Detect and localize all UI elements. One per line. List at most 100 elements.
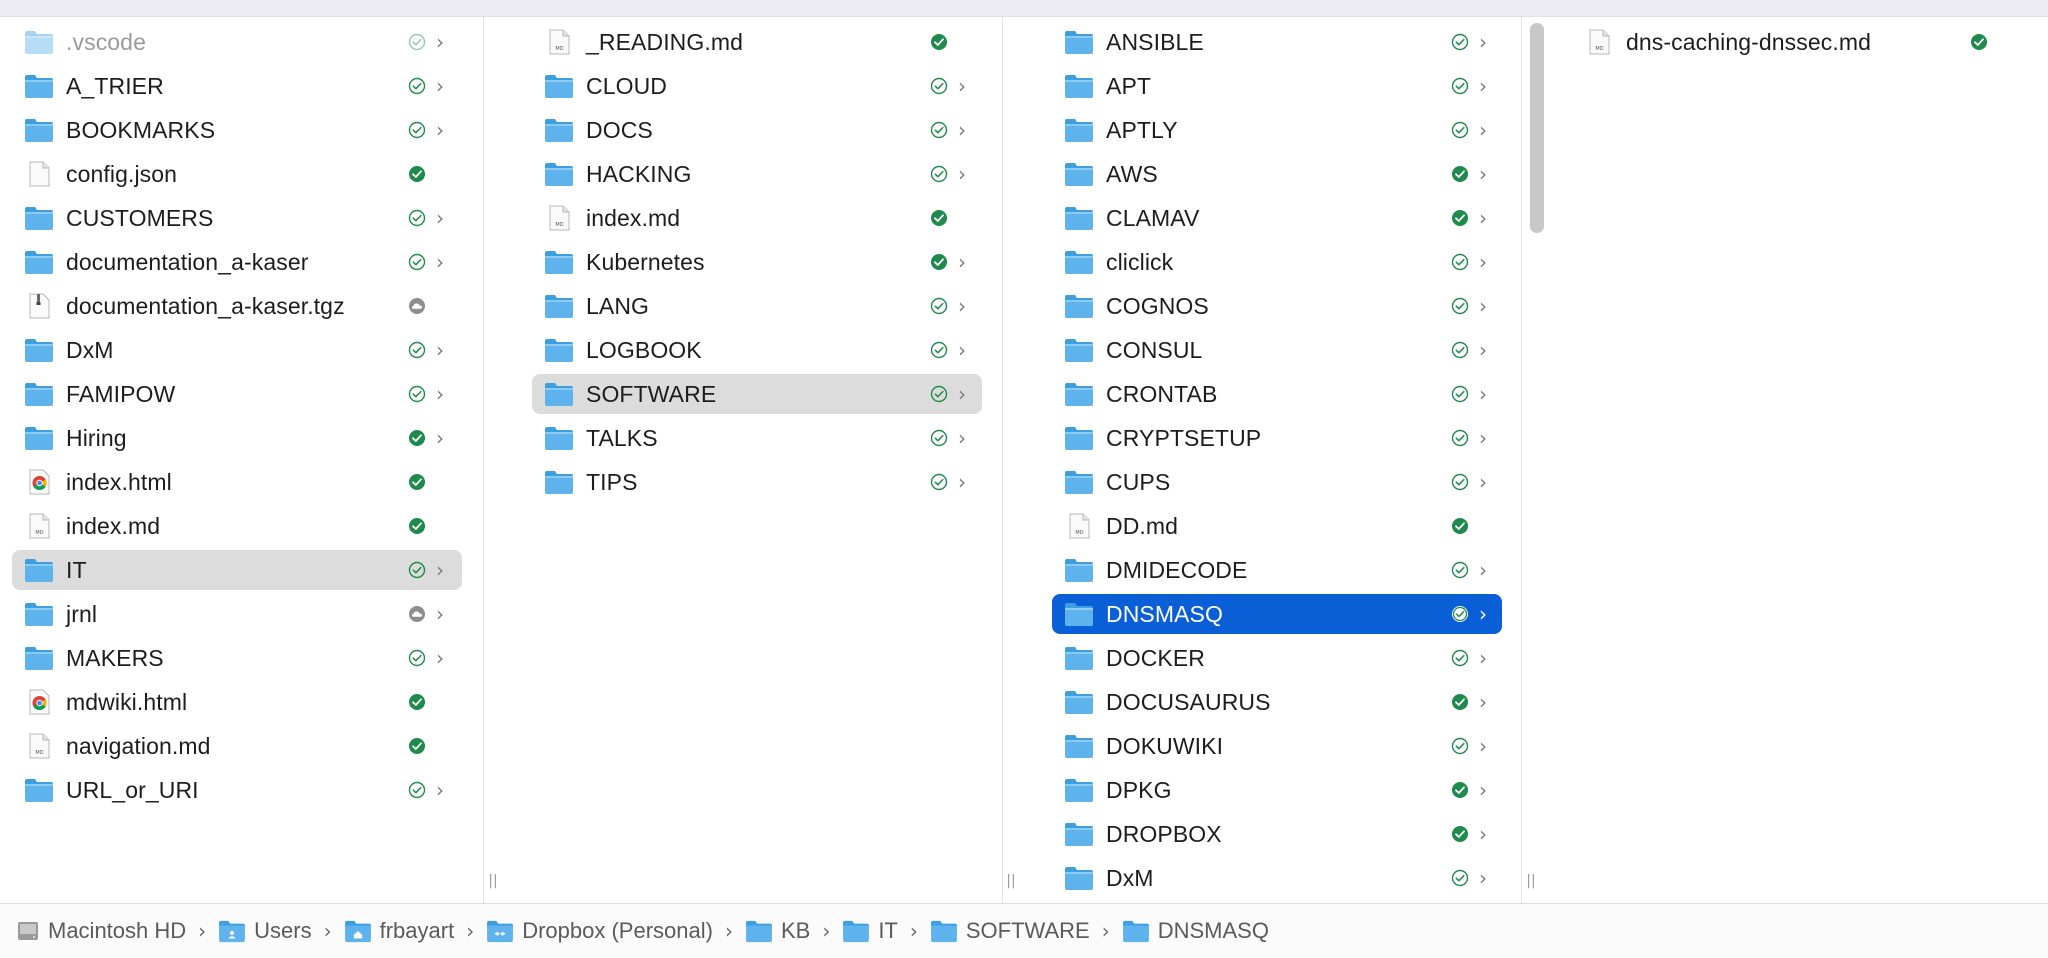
file-row[interactable]: MD dns-caching-dnssec.md (1572, 22, 2022, 62)
chevron-right-icon: › (436, 558, 444, 582)
folder-row[interactable]: DOKUWIKI › (1052, 726, 1502, 766)
breadcrumb-item[interactable]: DNSMASQ (1122, 911, 1269, 951)
file-row[interactable]: mdwiki.html (12, 682, 462, 722)
folder-row[interactable]: BOOKMARKS › (12, 110, 462, 150)
folder-row[interactable]: CUSTOMERS › (12, 198, 462, 238)
item-name: .vscode (66, 29, 146, 55)
breadcrumb-item[interactable]: Users (218, 911, 312, 951)
chevron-right-icon: › (958, 426, 966, 450)
chevron-right-icon: › (958, 74, 966, 98)
folder-row[interactable]: COGNOS › (1052, 286, 1502, 326)
folder-row[interactable]: A_TRIER › (12, 66, 462, 106)
breadcrumb-item[interactable]: Dropbox (Personal) (486, 911, 713, 951)
folder-row[interactable]: DxM › (1052, 858, 1502, 898)
synced-check-icon (408, 385, 426, 403)
chevron-right-icon: › (1479, 602, 1487, 626)
folder-icon (1064, 777, 1094, 803)
column-3[interactable]: ANSIBLE › APT › APTLY › AWS › CLAMAV › clicli… (1003, 17, 1521, 903)
synced-check-icon (1451, 121, 1469, 139)
chevron-right-icon: › (436, 74, 444, 98)
vertical-scrollbar[interactable] (1530, 23, 1544, 233)
file-row[interactable]: MD DD.md (1052, 506, 1502, 546)
folder-icon (24, 601, 54, 627)
file-row[interactable]: MD navigation.md (12, 726, 462, 766)
breadcrumb-item[interactable]: frbayart (344, 911, 454, 951)
folder-row[interactable]: DMIDECODE › (1052, 550, 1502, 590)
folder-icon (544, 161, 574, 187)
folder-row[interactable]: IT › (12, 550, 462, 590)
breadcrumb-item[interactable]: SOFTWARE (930, 911, 1090, 951)
column-4[interactable]: MD dns-caching-dnssec.md (1522, 17, 2048, 903)
folder-row[interactable]: .vscode › (12, 22, 462, 62)
folder-row[interactable]: AWS › (1052, 154, 1502, 194)
folder-row[interactable]: DPKG › (1052, 770, 1502, 810)
breadcrumb-item[interactable]: KB (745, 911, 810, 951)
synced-check-icon (408, 561, 426, 579)
breadcrumb-item[interactable]: IT (842, 911, 898, 951)
folder-row[interactable]: CRYPTSETUP › (1052, 418, 1502, 458)
folder-row[interactable]: DOCS › (532, 110, 982, 150)
synced-check-icon (408, 781, 426, 799)
folder-row[interactable]: HACKING › (532, 154, 982, 194)
folder-row[interactable]: CRONTAB › (1052, 374, 1502, 414)
column-resize-handle[interactable]: || (1526, 873, 1536, 889)
folder-icon (1064, 557, 1094, 583)
synced-check-icon (930, 121, 948, 139)
folder-row[interactable]: FAMIPOW › (12, 374, 462, 414)
folder-row[interactable]: DxM › (12, 330, 462, 370)
column-1[interactable]: .vscode › A_TRIER › BOOKMARKS › config.json… (0, 17, 483, 903)
synced-check-icon (408, 33, 426, 51)
home-folder-icon (344, 919, 380, 943)
synced-check-icon (408, 209, 426, 227)
folder-row[interactable]: CLOUD › (532, 66, 982, 106)
synced-check-icon (1451, 825, 1469, 843)
folder-icon (24, 337, 54, 363)
folder-row[interactable]: SOFTWARE › (532, 374, 982, 414)
breadcrumb-separator-icon: › (323, 919, 332, 943)
folder-row[interactable]: CLAMAV › (1052, 198, 1502, 238)
folder-row[interactable]: APT › (1052, 66, 1502, 106)
folder-row[interactable]: LANG › (532, 286, 982, 326)
chevron-right-icon: › (436, 646, 444, 670)
folder-icon (24, 425, 54, 451)
folder-row[interactable]: DNSMASQ › (1052, 594, 1502, 634)
folder-row[interactable]: DOCUSAURUS › (1052, 682, 1502, 722)
folder-icon (1064, 293, 1094, 319)
file-row[interactable]: config.json (12, 154, 462, 194)
folder-row[interactable]: Hiring › (12, 418, 462, 458)
chevron-right-icon: › (1479, 426, 1487, 450)
file-row[interactable]: MD index.md (12, 506, 462, 546)
synced-check-icon (1451, 297, 1469, 315)
folder-icon (544, 73, 574, 99)
folder-icon (1064, 469, 1094, 495)
folder-row[interactable]: Kubernetes › (532, 242, 982, 282)
folder-row[interactable]: TALKS › (532, 418, 982, 458)
folder-icon (1064, 689, 1094, 715)
file-row[interactable]: MD index.md (532, 198, 982, 238)
folder-row[interactable]: MAKERS › (12, 638, 462, 678)
column-2[interactable]: MD _READING.md CLOUD › DOCS › HACKING › MD … (484, 17, 1002, 903)
folder-row[interactable]: APTLY › (1052, 110, 1502, 150)
column-resize-handle[interactable]: || (1006, 873, 1016, 889)
folder-row[interactable]: documentation_a-kaser › (12, 242, 462, 282)
folder-icon (745, 919, 781, 943)
item-name: CRONTAB (1106, 381, 1218, 407)
breadcrumb-item[interactable]: Macintosh HD (16, 911, 186, 951)
file-row[interactable]: MD _READING.md (532, 22, 982, 62)
folder-row[interactable]: CONSUL › (1052, 330, 1502, 370)
folder-row[interactable]: cliclick › (1052, 242, 1502, 282)
chevron-right-icon: › (1479, 294, 1487, 318)
folder-row[interactable]: LOGBOOK › (532, 330, 982, 370)
column-resize-handle[interactable]: || (488, 873, 498, 889)
folder-row[interactable]: ANSIBLE › (1052, 22, 1502, 62)
folder-row[interactable]: URL_or_URI › (12, 770, 462, 810)
file-row[interactable]: index.html (12, 462, 462, 502)
folder-row[interactable]: DROPBOX › (1052, 814, 1502, 854)
folder-row[interactable]: TIPS › (532, 462, 982, 502)
folder-row[interactable]: CUPS › (1052, 462, 1502, 502)
folder-row[interactable]: jrnl › (12, 594, 462, 634)
synced-check-icon (408, 429, 426, 447)
folder-icon (24, 645, 54, 671)
file-row[interactable]: documentation_a-kaser.tgz (12, 286, 462, 326)
folder-row[interactable]: DOCKER › (1052, 638, 1502, 678)
